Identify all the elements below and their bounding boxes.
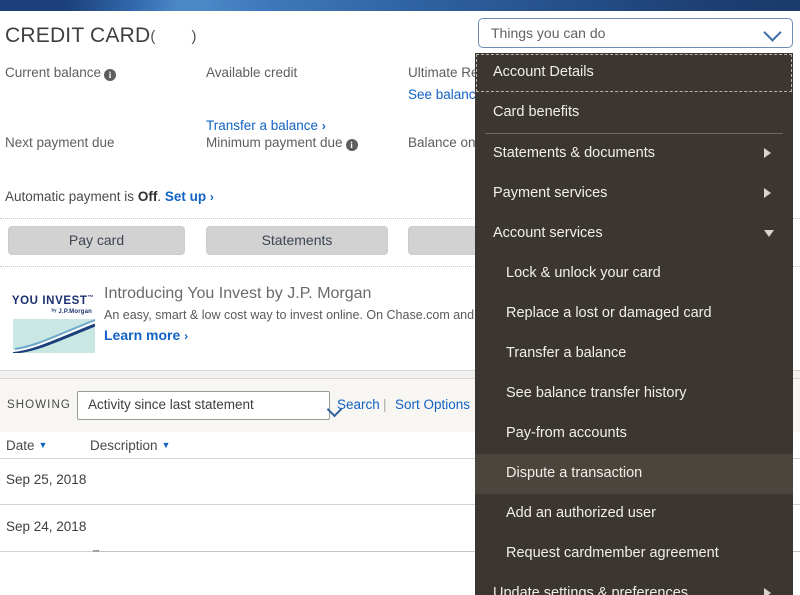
info-icon[interactable]: i bbox=[345, 139, 358, 151]
balance-on-label: Balance on bbox=[408, 135, 476, 150]
available-credit-label: Available credit bbox=[206, 65, 298, 80]
menu-item-label: Lock & unlock your card bbox=[506, 265, 661, 281]
automatic-payment-status: Automatic payment is Off. Set up › bbox=[5, 189, 214, 204]
current-balance-label: Current balance i bbox=[5, 65, 117, 81]
menu-item-label: Card benefits bbox=[493, 104, 580, 120]
transfer-a-balance-link[interactable]: Transfer a balance › bbox=[206, 118, 326, 133]
menu-item-label: Replace a lost or damaged card bbox=[506, 305, 712, 321]
masked-account-number: () bbox=[150, 28, 197, 45]
menu-item-label: Account Details bbox=[493, 64, 594, 80]
menu-item-label: Statements & documents bbox=[493, 145, 655, 161]
menu-item-label: Update settings & preferences bbox=[493, 585, 689, 595]
menu-item-transfer-a-balance[interactable]: Transfer a balance bbox=[475, 334, 793, 374]
sort-options-link[interactable]: Sort Options bbox=[395, 397, 470, 412]
chevron-down-icon bbox=[763, 23, 782, 44]
transaction-date: Sep 24, 2018 bbox=[6, 519, 87, 534]
you-invest-logo: YOU INVEST™ ᵇʸ J.P.Morgan bbox=[8, 287, 98, 353]
menu-item-request-cardmember-agreement[interactable]: Request cardmember agreement bbox=[475, 534, 793, 574]
things-you-can-do-dropdown[interactable]: Account Details Card benefits Statements &… bbox=[475, 53, 793, 595]
caret-right-icon bbox=[764, 148, 771, 158]
you-invest-logo-subtext: ᵇʸ J.P.Morgan bbox=[51, 309, 92, 315]
caret-down-icon: ▼ bbox=[38, 440, 48, 450]
menu-item-card-benefits[interactable]: Card benefits bbox=[475, 93, 793, 133]
activity-filter-select[interactable]: Activity since last statement bbox=[77, 391, 343, 420]
menu-item-label: Account services bbox=[493, 225, 603, 241]
logo-swoosh-icon bbox=[13, 319, 95, 353]
column-header-description[interactable]: Description ▼ bbox=[90, 438, 170, 453]
ultimate-rewards-label: Ultimate Re bbox=[408, 65, 479, 80]
next-payment-due-label: Next payment due bbox=[5, 135, 115, 150]
menu-item-label: Payment services bbox=[493, 185, 608, 201]
menu-item-lock-unlock-your-card[interactable]: Lock & unlock your card bbox=[475, 254, 793, 294]
caret-down-icon: ▼ bbox=[161, 440, 171, 450]
caret-right-icon bbox=[764, 188, 771, 198]
showing-label: Showing bbox=[7, 399, 71, 411]
things-you-can-do-select[interactable]: Things you can do bbox=[478, 18, 793, 48]
menu-item-label: See balance transfer history bbox=[506, 385, 687, 401]
menu-item-see-balance-transfer-history[interactable]: See balance transfer history bbox=[475, 374, 793, 414]
autopay-state: Off bbox=[137, 189, 158, 204]
caret-down-icon bbox=[764, 230, 774, 237]
menu-item-label: Transfer a balance bbox=[506, 345, 627, 361]
chevron-right-icon: › bbox=[184, 329, 189, 343]
menu-item-statements-documents[interactable]: Statements & documents bbox=[475, 134, 793, 174]
search-link[interactable]: Search bbox=[337, 397, 380, 412]
caret-right-icon bbox=[764, 588, 771, 595]
learn-more-link[interactable]: Learn more › bbox=[104, 327, 188, 343]
menu-item-pay-from-accounts[interactable]: Pay-from accounts bbox=[475, 414, 793, 454]
menu-item-replace-a-lost-or-damaged-card[interactable]: Replace a lost or damaged card bbox=[475, 294, 793, 334]
link-separator: | bbox=[383, 397, 387, 412]
transaction-date: Sep 25, 2018 bbox=[6, 472, 87, 487]
things-you-can-do-label: Things you can do bbox=[491, 25, 606, 41]
menu-item-label: Request cardmember agreement bbox=[506, 545, 719, 561]
menu-item-label: Add an authorized user bbox=[506, 505, 656, 521]
menu-item-add-an-authorized-user[interactable]: Add an authorized user bbox=[475, 494, 793, 534]
minimum-payment-due-label: Minimum payment due i bbox=[206, 135, 358, 151]
page-title: CREDIT CARD() bbox=[5, 24, 197, 48]
column-header-date[interactable]: Date ▼ bbox=[6, 438, 47, 453]
chase-account-page: CREDIT CARD() Current balance i Next paym… bbox=[0, 0, 800, 595]
menu-item-payment-services[interactable]: Payment services bbox=[475, 174, 793, 214]
activity-filter-value: Activity since last statement bbox=[88, 397, 254, 412]
menu-item-account-services[interactable]: Account services bbox=[475, 214, 793, 254]
pay-card-button[interactable]: Pay card bbox=[8, 226, 185, 255]
chevron-right-icon: › bbox=[209, 190, 214, 204]
promo-body: An easy, smart & low cost way to invest … bbox=[104, 308, 535, 322]
menu-item-account-details[interactable]: Account Details bbox=[475, 53, 793, 93]
autopay-setup-link[interactable]: Set up › bbox=[165, 189, 214, 204]
promo-heading: Introducing You Invest by J.P. Morgan bbox=[104, 285, 372, 302]
top-blue-banner bbox=[0, 0, 800, 11]
you-invest-logo-artwork bbox=[13, 319, 95, 353]
you-invest-logo-text: YOU INVEST bbox=[11, 295, 88, 307]
info-icon[interactable]: i bbox=[104, 69, 117, 81]
statements-button[interactable]: Statements bbox=[206, 226, 388, 255]
menu-item-update-settings-preferences[interactable]: Update settings & preferences bbox=[475, 574, 793, 595]
menu-item-label: Dispute a transaction bbox=[506, 465, 643, 481]
chevron-right-icon: › bbox=[321, 119, 326, 133]
menu-item-dispute-a-transaction[interactable]: Dispute a transaction bbox=[475, 454, 793, 494]
menu-item-label: Pay-from accounts bbox=[506, 425, 627, 441]
see-balance-link[interactable]: See balance bbox=[408, 87, 483, 102]
page-title-text: CREDIT CARD bbox=[5, 24, 151, 47]
